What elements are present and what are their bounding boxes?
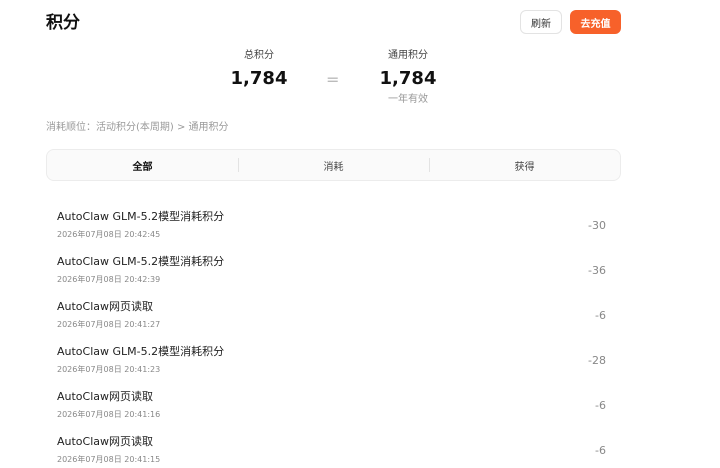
record-amount: -6 [595,309,606,322]
tab-consume[interactable]: 消耗 [238,150,429,180]
refresh-button[interactable]: 刷新 [520,10,562,34]
record-title: AutoClaw网页读取 [57,390,154,403]
general-points-value: 1,784 [379,68,437,89]
record-amount: -6 [595,399,606,412]
record-time: 2026年07月08日 20:42:45 [57,230,161,239]
filter-tabs: 全部 消耗 获得 [46,149,621,181]
consumption-order-note: 消耗顺位：活动积分(本周期) > 通用积分 [46,122,229,133]
list-item: AutoClaw网页读取 2026年07月08日 20:41:15 -6 [46,427,621,468]
record-amount: -28 [588,354,606,367]
record-time: 2026年07月08日 20:41:27 [57,320,161,329]
record-time: 2026年07月08日 20:41:23 [57,365,161,374]
list-item: AutoClaw GLM-5.2模型消耗积分 2026年07月08日 20:42… [46,202,621,247]
recharge-button[interactable]: 去充值 [570,10,621,34]
list-item: AutoClaw网页读取 2026年07月08日 20:41:27 -6 [46,292,621,337]
total-points-value: 1,784 [230,68,288,89]
record-title: AutoClaw网页读取 [57,435,154,448]
points-record-list: AutoClaw GLM-5.2模型消耗积分 2026年07月08日 20:42… [46,202,621,468]
record-amount: -36 [588,264,606,277]
record-title: AutoClaw GLM-5.2模型消耗积分 [57,210,225,223]
tab-all[interactable]: 全部 [47,150,238,180]
list-item: AutoClaw GLM-5.2模型消耗积分 2026年07月08日 20:42… [46,247,621,292]
record-title: AutoClaw GLM-5.2模型消耗积分 [57,255,225,268]
record-title: AutoClaw GLM-5.2模型消耗积分 [57,345,225,358]
general-points-validity: 一年有效 [388,94,428,105]
record-amount: -6 [595,444,606,457]
tab-earn[interactable]: 获得 [429,150,620,180]
record-time: 2026年07月08日 20:42:39 [57,275,161,284]
total-points-stat: 总积分 1,784 [209,49,309,90]
list-item: AutoClaw GLM-5.2模型消耗积分 2026年07月08日 20:41… [46,337,621,382]
general-points-stat: 通用积分 1,784 一年有效 [358,49,458,107]
record-amount: -30 [588,219,606,232]
record-title: AutoClaw网页读取 [57,300,154,313]
list-item: AutoClaw网页读取 2026年07月08日 20:41:16 -6 [46,382,621,427]
record-time: 2026年07月08日 20:41:15 [57,455,161,464]
total-points-label: 总积分 [244,50,274,61]
points-page: 积分 刷新 去充值 总积分 1,784 = 通用积分 1,784 一年有效 消耗… [0,0,720,468]
general-points-label: 通用积分 [388,50,428,61]
record-time: 2026年07月08日 20:41:16 [57,410,161,419]
page-title: 积分 [46,13,80,33]
equals-sign: = [326,70,340,89]
